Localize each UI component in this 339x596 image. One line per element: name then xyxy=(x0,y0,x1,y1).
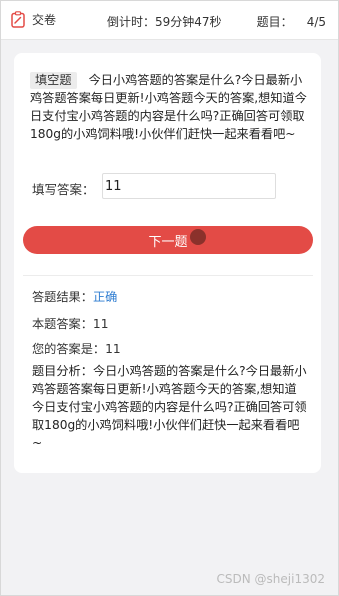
submit-label: 交卷 xyxy=(32,13,57,27)
top-bar: 交卷 倒计时：59分钟47秒 题目： 4/5 xyxy=(1,1,338,40)
answer-result: 答题结果：正确 xyxy=(32,287,117,305)
question-card: 填空题 今日小鸡答题的答案是什么?今日最新小鸡答题答案每日更新!小鸡答题今天的答案… xyxy=(14,53,321,473)
timer-label: 倒计时： xyxy=(107,15,156,29)
next-question-button[interactable]: 下一题 xyxy=(23,226,313,254)
answer-result-value: 正确 xyxy=(92,290,118,304)
clipboard-icon xyxy=(11,11,25,28)
answer-input[interactable] xyxy=(102,173,276,199)
question-counter-label: 题目： xyxy=(256,15,293,29)
countdown-timer: 倒计时：59分钟47秒 xyxy=(107,13,222,30)
correct-answer: 本题答案：11 xyxy=(32,317,109,331)
question-block: 填空题 今日小鸡答题的答案是什么?今日最新小鸡答题答案每日更新!小鸡答题今天的答案… xyxy=(30,71,308,143)
answer-field-label: 填写答案： xyxy=(32,182,95,197)
question-progress: 4/5 xyxy=(306,15,326,29)
question-counter: 题目： 4/5 xyxy=(257,13,326,30)
divider xyxy=(23,275,313,276)
timer-value: 59分钟47秒 xyxy=(155,15,222,29)
answer-result-label: 答题结果： xyxy=(32,290,93,304)
pointer-cursor xyxy=(190,229,206,245)
question-type-tag: 填空题 xyxy=(30,72,77,89)
your-answer: 您的答案是：11 xyxy=(32,342,121,356)
question-analysis: 题目分析：今日小鸡答题的答案是什么?今日最新小鸡答题答案每日更新!小鸡答题今天的… xyxy=(32,362,308,452)
watermark: CSDN @sheji1302 xyxy=(216,572,325,586)
analysis-label: 题目分析： xyxy=(32,364,93,378)
submit-exam-button[interactable]: 交卷 xyxy=(11,11,56,28)
